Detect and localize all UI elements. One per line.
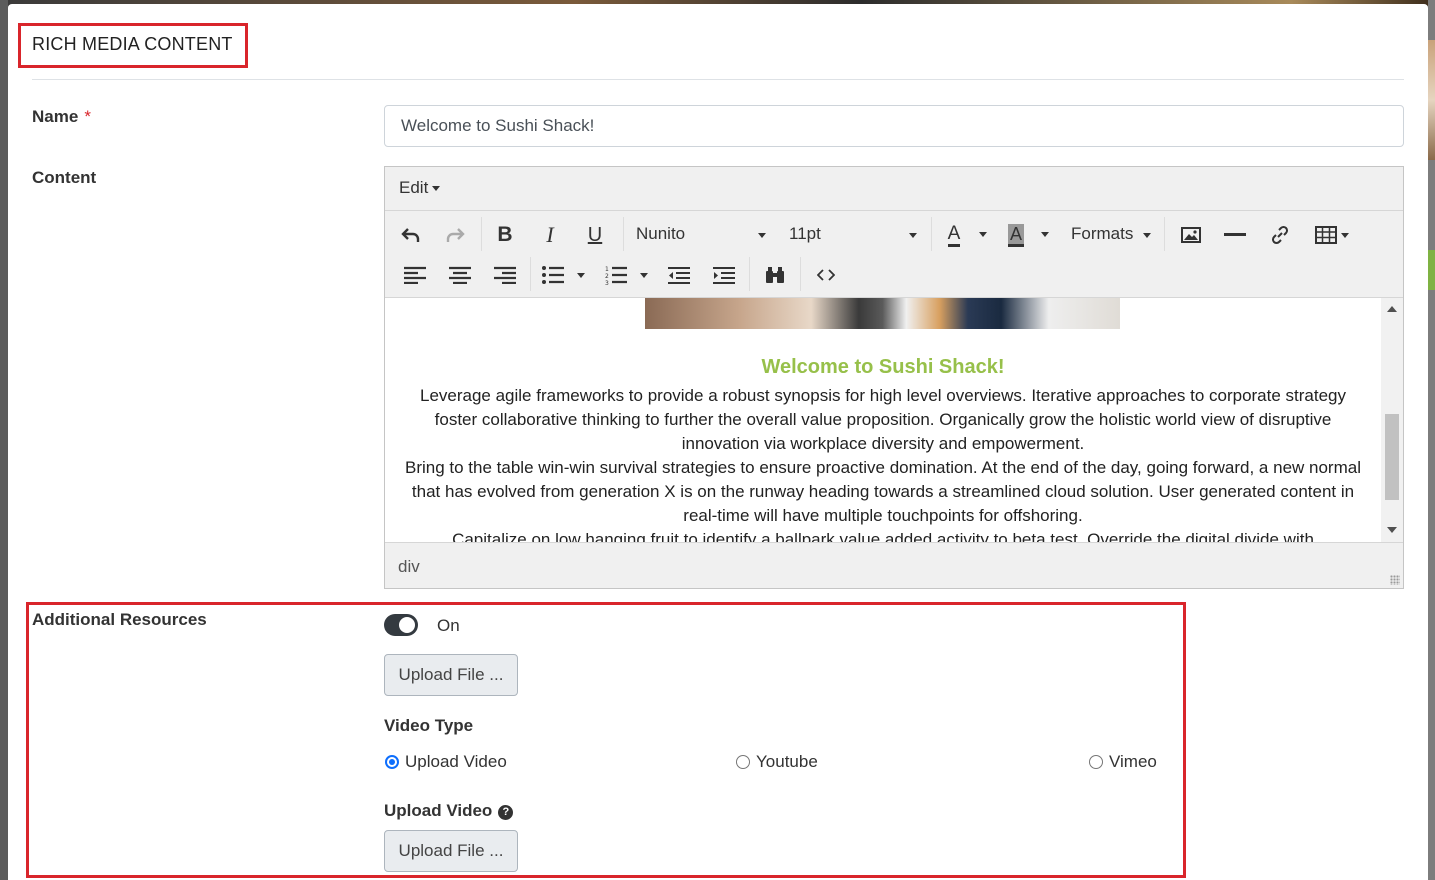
chevron-down-icon xyxy=(909,233,917,238)
bold-icon[interactable]: B xyxy=(491,221,519,249)
svg-text:1: 1 xyxy=(605,266,609,273)
chevron-down-icon[interactable] xyxy=(575,268,587,282)
rich-text-editor: Edit B I U Nunito 11pt A A Formats 1 2 3… xyxy=(384,166,1404,589)
video-type-label: Video Type xyxy=(384,716,474,735)
toolbar-separator xyxy=(931,217,932,251)
align-center-icon[interactable] xyxy=(446,262,474,288)
chevron-down-icon[interactable] xyxy=(638,268,650,282)
underline-icon[interactable]: U xyxy=(581,221,609,249)
image-icon[interactable] xyxy=(1177,221,1205,249)
source-code-icon[interactable] xyxy=(812,262,840,288)
undo-icon[interactable] xyxy=(397,221,425,249)
edit-menu[interactable]: Edit xyxy=(399,178,441,198)
radio-upload-video[interactable]: Upload Video xyxy=(385,752,507,772)
background-color-icon[interactable]: A xyxy=(1003,221,1029,249)
formats-menu[interactable]: Formats xyxy=(1071,224,1151,248)
svg-text:3: 3 xyxy=(605,280,609,285)
embedded-image xyxy=(645,298,1120,329)
find-replace-icon[interactable] xyxy=(761,262,789,288)
scroll-down-icon[interactable] xyxy=(1387,527,1397,533)
title-divider xyxy=(32,79,1404,80)
outdent-icon[interactable] xyxy=(665,262,693,288)
radio-unselected-icon xyxy=(736,755,750,769)
upload-file-button[interactable]: Upload File ... xyxy=(384,654,518,696)
additional-resources-toggle[interactable] xyxy=(384,614,418,636)
radio-selected-icon xyxy=(385,755,399,769)
scroll-up-icon[interactable] xyxy=(1387,306,1397,312)
chevron-down-icon[interactable] xyxy=(977,227,989,241)
content-heading: Welcome to Sushi Shack! xyxy=(761,356,1005,378)
content-paragraph: Leverage agile frameworks to provide a r… xyxy=(419,386,1347,453)
horizontal-rule-icon[interactable] xyxy=(1221,221,1249,249)
text-color-icon[interactable]: A xyxy=(941,221,967,249)
editor-content-area[interactable]: Welcome to Sushi Shack! Leverage agile f… xyxy=(385,297,1381,542)
background-green-edge xyxy=(1428,250,1435,290)
align-left-icon[interactable] xyxy=(401,262,429,288)
resources-highlight-box xyxy=(26,602,1186,878)
background-left-edge xyxy=(0,0,8,880)
italic-icon[interactable]: I xyxy=(536,221,564,249)
upload-video-button[interactable]: Upload File ... xyxy=(384,830,518,872)
chevron-down-icon xyxy=(1143,233,1151,238)
scrollbar-thumb[interactable] xyxy=(1385,414,1399,500)
question-circle-icon[interactable]: ? xyxy=(498,805,514,820)
content-label: Content xyxy=(32,168,97,187)
name-label: Name * xyxy=(32,107,91,126)
upload-video-label: Upload Video? xyxy=(384,801,514,821)
toolbar-separator xyxy=(481,217,482,251)
toolbar-separator xyxy=(1164,217,1165,251)
toolbar-separator xyxy=(530,257,531,291)
toggle-state-label: On xyxy=(437,616,460,635)
table-icon[interactable] xyxy=(1311,221,1353,249)
name-input[interactable]: Welcome to Sushi Shack! xyxy=(384,105,1404,147)
toolbar-separator xyxy=(749,257,750,291)
required-marker: * xyxy=(84,107,91,126)
editor-statusbar: div xyxy=(385,542,1403,588)
element-path[interactable]: div xyxy=(398,557,420,577)
resize-handle-icon[interactable] xyxy=(1390,575,1400,585)
content-paragraph: Bring to the table win-win survival stra… xyxy=(405,458,1361,525)
indent-icon[interactable] xyxy=(710,262,738,288)
chevron-down-icon xyxy=(758,233,766,238)
radio-vimeo[interactable]: Vimeo xyxy=(1089,752,1157,772)
chevron-down-icon[interactable] xyxy=(1039,227,1051,241)
additional-resources-label: Additional Resources xyxy=(32,610,207,629)
radio-unselected-icon xyxy=(1089,755,1103,769)
editor-menubar: Edit xyxy=(385,167,1403,211)
modal-title: RICH MEDIA CONTENT xyxy=(32,34,233,54)
font-size-select[interactable]: 11pt xyxy=(789,224,917,248)
radio-youtube[interactable]: Youtube xyxy=(736,752,818,772)
editor-scrollbar[interactable] xyxy=(1381,297,1403,542)
font-family-select[interactable]: Nunito xyxy=(636,224,766,248)
link-icon[interactable] xyxy=(1266,221,1294,249)
numbered-list-icon[interactable]: 123 xyxy=(602,262,630,288)
toolbar-separator xyxy=(623,217,624,251)
rich-media-modal: RICH MEDIA CONTENT Name * Welcome to Sush… xyxy=(8,4,1428,880)
background-photo-edge xyxy=(1428,40,1435,160)
svg-text:2: 2 xyxy=(605,273,609,280)
redo-icon[interactable] xyxy=(441,221,469,249)
bullet-list-icon[interactable] xyxy=(539,262,567,288)
chevron-down-icon xyxy=(432,186,441,192)
content-paragraph: Capitalize on low hanging fruit to ident… xyxy=(452,530,1314,542)
align-right-icon[interactable] xyxy=(491,262,519,288)
toolbar-separator xyxy=(800,257,801,291)
